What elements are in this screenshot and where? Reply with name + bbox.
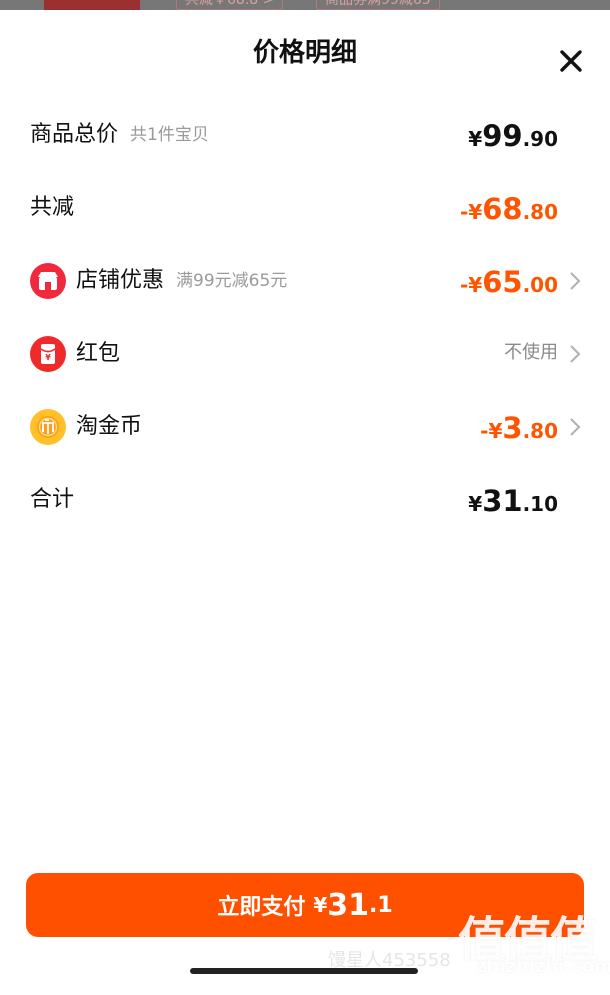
item-count: 共1件宝贝 [130, 125, 209, 145]
minus-sign: - [459, 273, 469, 297]
price-detail-page: 共减￥68.8 > 商品券满99减65 价格明细 商品总价 共1件宝贝 ¥ 99… [0, 0, 610, 995]
shop-icon [30, 263, 66, 299]
amount-integer: 68 [482, 192, 523, 226]
red-packet-icon: ¥ [30, 336, 66, 372]
total-discount-label: 共减 [30, 195, 75, 220]
amount-integer: 99 [482, 119, 523, 153]
chevron-right-icon[interactable] [568, 417, 582, 437]
minus-sign: - [480, 419, 489, 443]
red-packet-value: 不使用 [504, 342, 558, 363]
currency-symbol: ¥ [468, 127, 483, 151]
taojinbi-label: 淘金币 [76, 414, 143, 439]
amount-decimal: .90 [522, 127, 558, 151]
amount-integer: 31 [482, 484, 523, 518]
subtotal-amount: ¥ 31 .10 [468, 478, 558, 522]
coupon-chip: 商品券满99减65 [316, 0, 440, 10]
row-red-packet[interactable]: ¥ 红包 不使用 [0, 332, 610, 376]
close-icon [560, 50, 582, 72]
close-button[interactable] [552, 42, 590, 80]
coin-icon [30, 409, 66, 445]
sheet-title: 价格明细 [252, 38, 357, 68]
shop-discount-amount: - ¥ 65 .00 [460, 259, 558, 303]
pay-amount-integer: 31 [327, 887, 369, 923]
row-total-discount: 共减 - ¥ 68 .80 [0, 186, 610, 230]
amount-decimal: .00 [522, 273, 558, 297]
red-packet-status: 不使用 [504, 332, 558, 376]
price-detail-sheet: 价格明细 商品总价 共1件宝贝 ¥ 99 .90 共减 - ¥ 68 .80 店… [0, 10, 610, 995]
amount-decimal: .10 [522, 492, 558, 516]
total-discount-amount: - ¥ 68 .80 [460, 186, 558, 230]
amount-decimal: .80 [522, 419, 558, 443]
total-price-amount: ¥ 99 .90 [468, 113, 558, 157]
total-price-label: 商品总价 [30, 122, 119, 147]
minus-sign: - [459, 200, 469, 224]
amount-decimal: .80 [522, 200, 558, 224]
chevron-right-icon[interactable] [568, 271, 582, 291]
chevron-right-icon[interactable] [568, 344, 582, 364]
shop-discount-label: 店铺优惠 [76, 268, 165, 293]
shop-discount-rule: 满99元减65元 [176, 271, 288, 291]
home-indicator [190, 968, 418, 974]
svg-text:¥: ¥ [45, 353, 51, 362]
discount-chip: 共减￥68.8 > [176, 0, 284, 10]
amount-integer: 3 [502, 411, 523, 445]
currency-symbol: ¥ [468, 200, 483, 224]
row-taojinbi[interactable]: 淘金币 - ¥ 3 .80 [0, 405, 610, 449]
currency-symbol: ¥ [468, 273, 483, 297]
subtotal-label: 合计 [30, 487, 75, 512]
red-packet-label: 红包 [76, 341, 121, 366]
row-shop-discount[interactable]: 店铺优惠 满99元减65元 - ¥ 65 .00 [0, 259, 610, 303]
watermark-site: zhizhizhi.com [476, 956, 610, 977]
background-page-peek: 共减￥68.8 > 商品券满99减65 [0, 0, 610, 10]
row-total-price: 商品总价 共1件宝贝 ¥ 99 .90 [0, 113, 610, 157]
currency-symbol: ¥ [488, 419, 503, 443]
amount-integer: 65 [482, 265, 523, 299]
pay-currency: ¥ [313, 893, 328, 917]
product-thumbnail [44, 0, 140, 10]
pay-amount-decimal: .1 [369, 892, 393, 918]
row-subtotal: 合计 ¥ 31 .10 [0, 478, 610, 522]
pay-now-label: 立即支付 [217, 895, 306, 920]
taojinbi-amount: - ¥ 3 .80 [480, 405, 558, 449]
currency-symbol: ¥ [468, 492, 483, 516]
